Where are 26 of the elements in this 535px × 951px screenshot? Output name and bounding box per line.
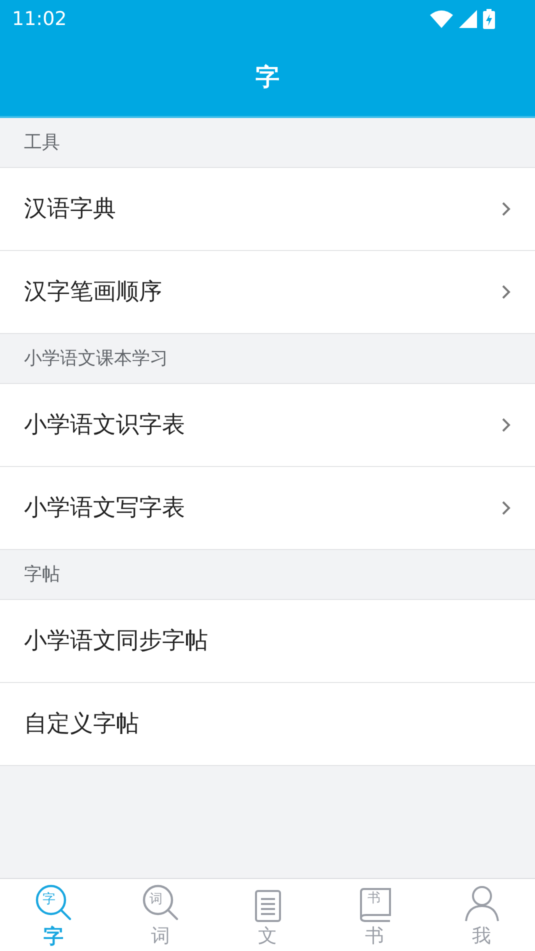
section-header: 小学语文课本学习 [24, 347, 168, 371]
list-item[interactable]: 小学语文写字表 [0, 467, 535, 550]
person-icon [464, 886, 498, 922]
battery-icon [483, 9, 495, 29]
magnifier-icon [142, 884, 180, 922]
icon-glyph: 书 [368, 892, 380, 905]
section-header: 字帖 [24, 563, 60, 587]
magnifier-icon [34, 884, 72, 922]
icon-glyph: 字 [42, 893, 56, 906]
page-title: 字 [256, 62, 280, 93]
list-item[interactable]: 小学语文同步字帖 [0, 600, 535, 683]
icon-glyph: 词 [150, 893, 162, 906]
chevron-right-icon [501, 417, 511, 433]
signal-icon [459, 10, 477, 28]
chevron-right-icon [501, 500, 511, 516]
list-item[interactable]: 自定义字帖 [0, 683, 535, 766]
book-icon [358, 888, 392, 922]
section-header: 工具 [24, 131, 60, 155]
list-item[interactable]: 汉字笔画顺序 [0, 251, 535, 334]
chevron-right-icon [501, 284, 511, 300]
list-item[interactable]: 汉语字典 [0, 168, 535, 251]
chevron-right-icon [501, 201, 511, 217]
wifi-icon [430, 10, 453, 28]
list-item[interactable]: 小学语文识字表 [0, 384, 535, 467]
status-time: 11:02 [12, 6, 67, 32]
document-icon [254, 890, 280, 922]
